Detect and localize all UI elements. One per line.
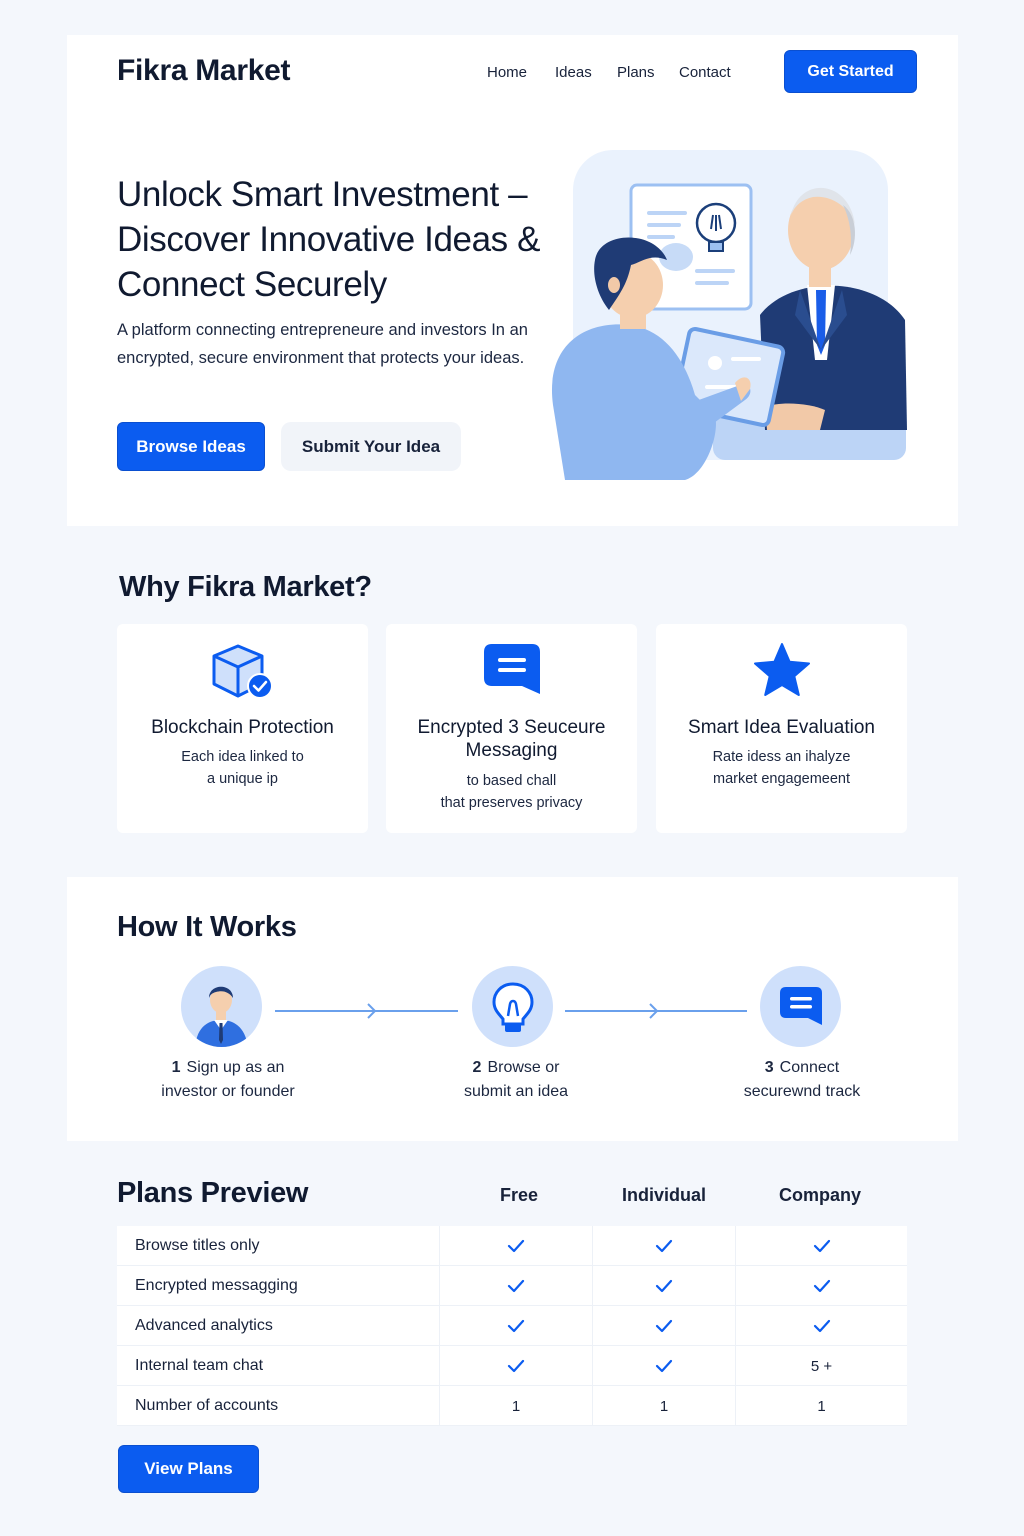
- check-icon: [439, 1346, 592, 1386]
- step-3-label: 3 Connect securewnd track: [743, 1059, 861, 1100]
- table-row: Encrypted messagging: [117, 1266, 907, 1306]
- lightbulb-icon: [472, 966, 553, 1047]
- feature-title: Smart Idea Evaluation: [688, 717, 875, 738]
- view-plans-button[interactable]: View Plans: [118, 1445, 259, 1493]
- nav-ideas[interactable]: Ideas: [555, 64, 592, 81]
- chevron-right-icon: [367, 1003, 377, 1019]
- feature-card-blockchain: Blockchain Protection Each idea linked t…: [117, 624, 368, 833]
- plan-feature-label: Advanced analytics: [135, 1317, 273, 1334]
- table-row: Advanced analytics: [117, 1306, 907, 1346]
- feature-title: Blockchain Protection: [151, 717, 334, 738]
- nav-plans[interactable]: Plans: [617, 64, 655, 81]
- get-started-button[interactable]: Get Started: [784, 50, 917, 93]
- plan-feature-label: Browse titles only: [135, 1237, 260, 1254]
- plans-title: Plans Preview: [117, 1177, 309, 1209]
- nav-contact[interactable]: Contact: [679, 64, 731, 81]
- hero-illustration: [545, 145, 915, 490]
- table-row: Internal team chat 5 +: [117, 1346, 907, 1386]
- step-2-label: 2 Browse or submit an idea: [463, 1059, 569, 1100]
- feature-card-evaluation: Smart Idea Evaluation Rate idess an ihal…: [656, 624, 907, 833]
- features-title: Why Fikra Market?: [119, 571, 372, 603]
- nav-home[interactable]: Home: [487, 64, 527, 81]
- user-avatar-icon: [181, 966, 262, 1047]
- check-icon: [735, 1266, 907, 1306]
- brand-logo[interactable]: Fikra Market: [117, 54, 290, 88]
- check-icon: [439, 1266, 592, 1306]
- table-row: Browse titles only: [117, 1226, 907, 1266]
- submit-idea-button[interactable]: Submit Your Idea: [281, 422, 461, 471]
- step-1-label: 1 Sign up as an investor or founder: [161, 1059, 295, 1100]
- feature-card-messaging: Encrypted 3 Seuceure Messaging to based …: [386, 624, 637, 833]
- browse-ideas-button[interactable]: Browse Ideas: [117, 422, 265, 471]
- feature-desc: to based chall that preserves privacy: [440, 773, 583, 811]
- hero-description: A platform connecting entrepreneure and …: [117, 321, 528, 367]
- check-icon: [592, 1266, 735, 1306]
- chat-bubble-icon: [760, 966, 841, 1047]
- check-icon: [592, 1306, 735, 1346]
- chat-bubble-icon: [386, 642, 637, 698]
- plan-cell-value: 1: [735, 1386, 907, 1426]
- check-icon: [439, 1226, 592, 1266]
- feature-desc: Each idea linked to a unique ip: [181, 749, 304, 787]
- how-it-works-title: How It Works: [117, 911, 297, 943]
- cube-check-icon: [117, 642, 368, 702]
- plan-header-company: Company: [778, 1185, 861, 1205]
- plan-feature-label: Internal team chat: [135, 1357, 264, 1374]
- check-icon: [735, 1226, 907, 1266]
- plan-feature-label: Encrypted messagging: [135, 1277, 298, 1294]
- check-icon: [592, 1346, 735, 1386]
- plan-header-individual: Individual: [621, 1185, 706, 1205]
- feature-desc: Rate idess an ihalyze market engagemeent: [712, 749, 851, 787]
- check-icon: [592, 1226, 735, 1266]
- hero-title: Unlock Smart Investment – Discover Innov…: [117, 175, 541, 304]
- chevron-right-icon: [649, 1003, 659, 1019]
- check-icon: [439, 1306, 592, 1346]
- plan-header-free: Free: [499, 1185, 539, 1205]
- table-row: Number of accounts 1 1 1: [117, 1386, 907, 1426]
- plan-cell-value: 1: [592, 1386, 735, 1426]
- plan-cell-value: 5 +: [735, 1346, 907, 1386]
- plan-feature-label: Number of accounts: [135, 1397, 279, 1414]
- plan-cell-value: 1: [439, 1386, 592, 1426]
- feature-title: Encrypted 3 Seuceure Messaging: [417, 717, 606, 761]
- star-icon: [656, 642, 907, 698]
- check-icon: [735, 1306, 907, 1346]
